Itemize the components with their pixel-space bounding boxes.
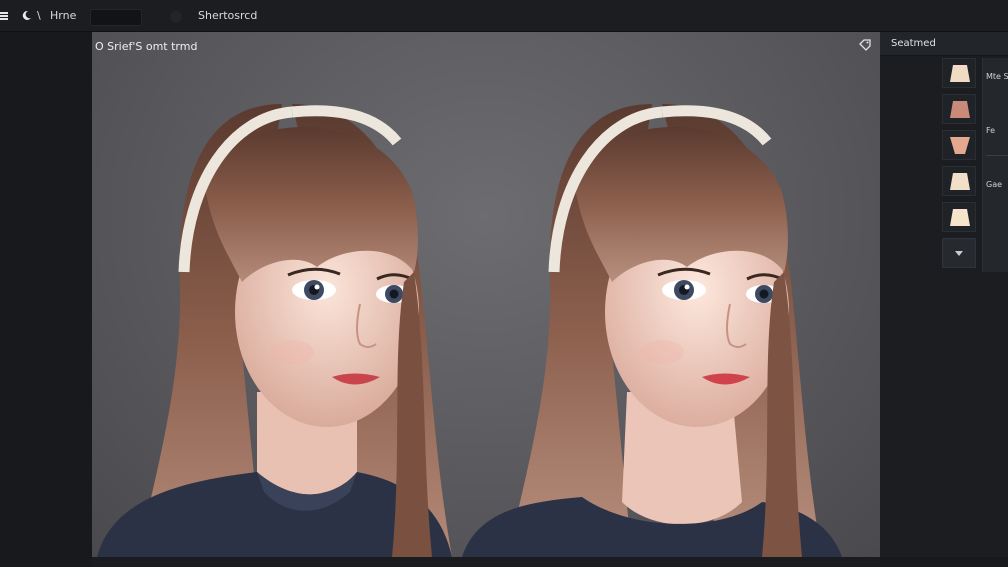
portrait-right[interactable] — [462, 32, 856, 557]
chevron-down-icon — [955, 251, 963, 256]
swatch-chip — [950, 65, 970, 82]
document-title: Shertosrcd — [198, 9, 258, 22]
expand-swatches-button[interactable] — [942, 238, 976, 268]
portrait-left-art — [97, 104, 452, 557]
tag-icon[interactable] — [858, 38, 872, 52]
bottom-bar — [92, 557, 880, 567]
side-label-1: Mte S — [986, 72, 1008, 81]
swatch-chip-shape — [950, 65, 970, 82]
swatch-chip — [950, 173, 970, 190]
swatch-chip-shape — [950, 101, 970, 118]
top-toolbar: \ Hrne Shertosrcd — [0, 0, 1008, 32]
side-label-3: Gae — [986, 180, 1003, 189]
swatch-chip — [950, 137, 970, 154]
menu-label[interactable]: Hrne — [50, 9, 76, 22]
swatch-chip-shape — [950, 209, 970, 226]
image-canvas[interactable]: O Srief'S omt trmd — [92, 32, 880, 557]
portrait-right-art — [462, 104, 842, 557]
swatch-cream[interactable] — [942, 166, 976, 196]
moon-icon[interactable] — [21, 10, 32, 21]
panel-title: Seatmed — [891, 38, 936, 49]
panel-header: Seatmed — [880, 32, 1008, 56]
swatch-chip-shape — [950, 173, 970, 190]
swatch-chip — [950, 209, 970, 226]
swatch-chip — [950, 101, 970, 118]
search-input[interactable] — [90, 9, 142, 26]
swatch-peach[interactable] — [942, 130, 976, 160]
side-divider — [986, 155, 1008, 156]
menu-icon[interactable] — [0, 12, 8, 20]
dot-icon[interactable] — [170, 11, 182, 23]
canvas-title: O Srief'S omt trmd — [95, 40, 198, 53]
toolbar-glyph[interactable]: \ — [37, 9, 41, 22]
portrait-left[interactable] — [92, 32, 486, 557]
swatch-rose[interactable] — [942, 94, 976, 124]
swatch-column — [942, 58, 976, 272]
swatch-light[interactable] — [942, 58, 976, 88]
side-options-card: Mte S Fe Gae — [982, 58, 1008, 272]
app-window: \ Hrne Shertosrcd O Srief'S omt trmd Sea… — [0, 0, 1008, 567]
swatch-chip-shape — [950, 137, 970, 154]
side-label-2: Fe — [986, 126, 996, 135]
right-panel: Seatmed Mte S Fe Gae — [880, 32, 1008, 557]
swatch-ivory[interactable] — [942, 202, 976, 232]
